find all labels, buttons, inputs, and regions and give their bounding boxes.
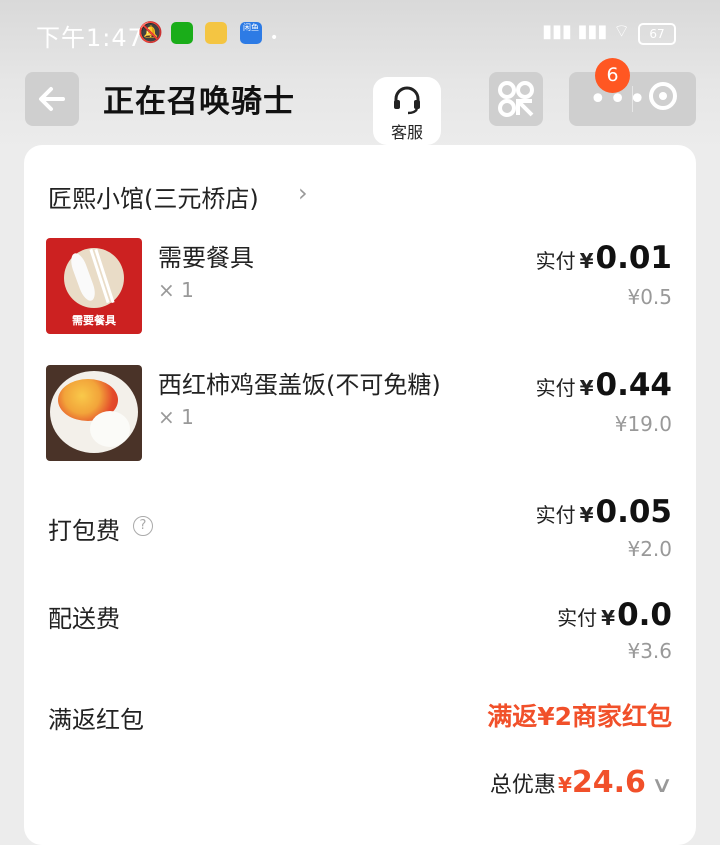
item-image-label: 需要餐具	[72, 314, 116, 327]
packing-fee-paid: 实付 ¥0.05	[536, 494, 672, 530]
pay-label: 实付	[535, 503, 576, 527]
currency-symbol: ¥	[557, 773, 572, 797]
back-button[interactable]	[25, 72, 79, 126]
chevron-right-icon[interactable]: ›	[298, 179, 308, 207]
item-original-price: ¥0.5	[627, 285, 672, 309]
item-image-tomato-egg-rice	[46, 365, 142, 461]
shop-name[interactable]: 匠熙小馆(三元桥店)	[48, 179, 259, 214]
delivery-fee-original: ¥3.6	[627, 639, 672, 663]
status-time: 下午1:47	[36, 24, 144, 52]
paid-amount: 0.05	[595, 494, 673, 530]
order-card: 匠熙小馆(三元桥店) › 需要餐具 需要餐具 × 1 实付 ¥0.01 ¥0.5 …	[24, 145, 696, 845]
notification-badge: 6	[595, 58, 630, 93]
chevron-down-icon[interactable]: ∨	[651, 773, 674, 798]
currency-symbol: ¥	[579, 249, 594, 273]
currency-symbol: ¥	[579, 503, 594, 527]
delivery-fee-paid: 实付 ¥0.0	[557, 597, 672, 633]
item-image-tableware: 需要餐具	[46, 238, 142, 334]
total-discount-value: 24.6	[571, 765, 646, 800]
mini-program-capsule: •••	[569, 72, 696, 126]
scan-button[interactable]	[489, 72, 543, 126]
battery-icon: 67	[638, 23, 676, 45]
item-paid-price: 实付 ¥0.01	[536, 240, 672, 276]
weibo-icon	[205, 22, 227, 44]
promo-value: 满返¥2商家红包	[487, 702, 672, 731]
paid-amount: 0.44	[595, 367, 673, 403]
qr-scan-icon	[498, 81, 534, 117]
capsule-divider	[632, 86, 633, 112]
item-original-price: ¥19.0	[614, 412, 672, 436]
more-notifications-icon: •	[270, 30, 279, 46]
customer-service-button[interactable]: 客服	[373, 77, 441, 145]
status-bar: 下午1:47 🔕 闲鱼 • ▮▮▮ ▮▮▮ ⌔ 67	[0, 0, 720, 60]
total-discount-label: 总优惠	[489, 773, 556, 798]
pay-label: 实付	[535, 376, 576, 400]
item-quantity: × 1	[158, 405, 194, 429]
customer-service-label: 客服	[390, 123, 423, 142]
rice-graphic	[90, 411, 130, 447]
xianyu-icon: 闲鱼	[240, 22, 262, 44]
help-icon[interactable]: ?	[133, 516, 153, 536]
back-arrow-icon	[39, 87, 65, 111]
promo-label: 满返红包	[48, 706, 144, 734]
headset-icon	[394, 86, 420, 115]
paid-amount: 0.0	[617, 597, 672, 633]
pay-label: 实付	[535, 249, 576, 273]
currency-symbol: ¥	[579, 376, 594, 400]
item-quantity: × 1	[158, 278, 194, 302]
item-paid-price: 实付 ¥0.44	[536, 367, 672, 403]
total-discount[interactable]: 总优惠 ¥24.6 ∨	[489, 765, 673, 800]
item-name: 需要餐具	[158, 244, 254, 272]
signal-wifi-icon: ▮▮▮ ▮▮▮ ⌔	[542, 21, 630, 42]
delivery-fee-label: 配送费	[48, 605, 120, 633]
page-title: 正在召唤骑士	[103, 84, 295, 120]
notification-muted-icon: 🔕	[138, 20, 163, 44]
pay-label: 实付	[557, 606, 598, 630]
currency-symbol: ¥	[601, 606, 616, 630]
item-name: 西红柿鸡蛋盖饭(不可免糖)	[158, 371, 441, 399]
packing-fee-original: ¥2.0	[627, 537, 672, 561]
paid-amount: 0.01	[595, 240, 673, 276]
target-icon[interactable]	[649, 82, 677, 110]
wechat-icon	[171, 22, 193, 44]
packing-fee-label: 打包费	[48, 517, 120, 545]
